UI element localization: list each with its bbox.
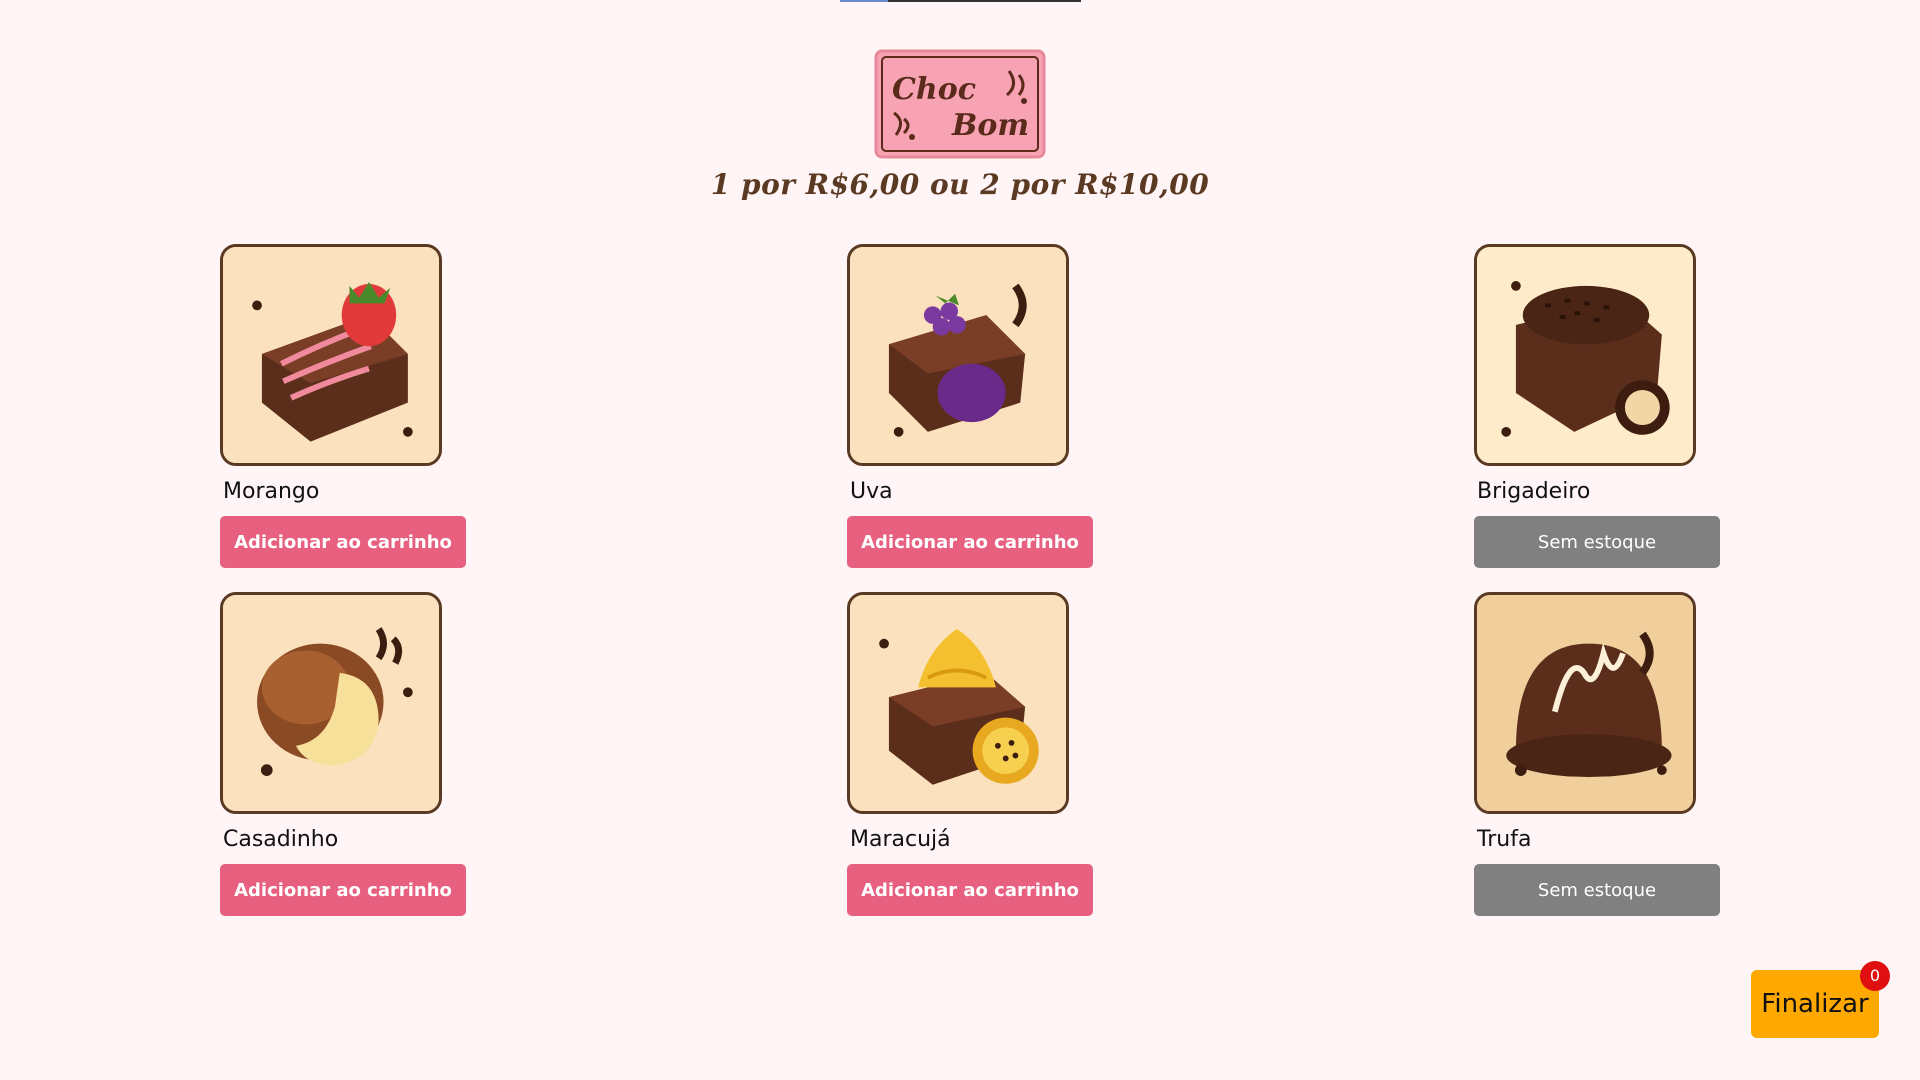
- strawberry-chocolate-icon: [220, 244, 442, 466]
- add-to-cart-button[interactable]: Adicionar ao carrinho: [220, 516, 466, 568]
- product-name: Casadinho: [223, 827, 339, 852]
- product-card-trufa: Trufa Sem estoque: [1474, 592, 1734, 916]
- add-to-cart-button[interactable]: Adicionar ao carrinho: [220, 864, 466, 916]
- out-of-stock-button[interactable]: Sem estoque: [1474, 516, 1720, 568]
- product-card-uva: Uva Adicionar ao carrinho: [847, 244, 1107, 568]
- out-of-stock-button[interactable]: Sem estoque: [1474, 864, 1720, 916]
- chocbom-logo: Choc Bom: [874, 49, 1046, 159]
- product-card-brigadeiro: Brigadeiro Sem estoque: [1474, 244, 1734, 568]
- add-to-cart-button[interactable]: Adicionar ao carrinho: [847, 864, 1093, 916]
- grape-chocolate-icon: [847, 244, 1069, 466]
- product-name: Uva: [850, 479, 893, 504]
- add-to-cart-button[interactable]: Adicionar ao carrinho: [847, 516, 1093, 568]
- product-name: Morango: [223, 479, 320, 504]
- product-name: Trufa: [1477, 827, 1532, 852]
- product-name: Brigadeiro: [1477, 479, 1591, 504]
- brigadeiro-chocolate-icon: [1474, 244, 1696, 466]
- product-card-morango: Morango Adicionar ao carrinho: [220, 244, 480, 568]
- passion-fruit-chocolate-icon: [847, 592, 1069, 814]
- top-scroll-indicator: [840, 0, 1081, 2]
- casadinho-cookie-icon: [220, 592, 442, 814]
- product-name: Maracujá: [850, 827, 951, 852]
- truffle-chocolate-icon: [1474, 592, 1696, 814]
- svg-text:Bom: Bom: [951, 108, 1029, 143]
- product-card-maracuja: Maracujá Adicionar ao carrinho: [847, 592, 1107, 916]
- svg-text:Choc: Choc: [892, 72, 976, 107]
- cart-count-badge: 0: [1860, 961, 1890, 991]
- promo-price-text: 1 por R$6,00 ou 2 por R$10,00: [710, 168, 1210, 201]
- product-card-casadinho: Casadinho Adicionar ao carrinho: [220, 592, 480, 916]
